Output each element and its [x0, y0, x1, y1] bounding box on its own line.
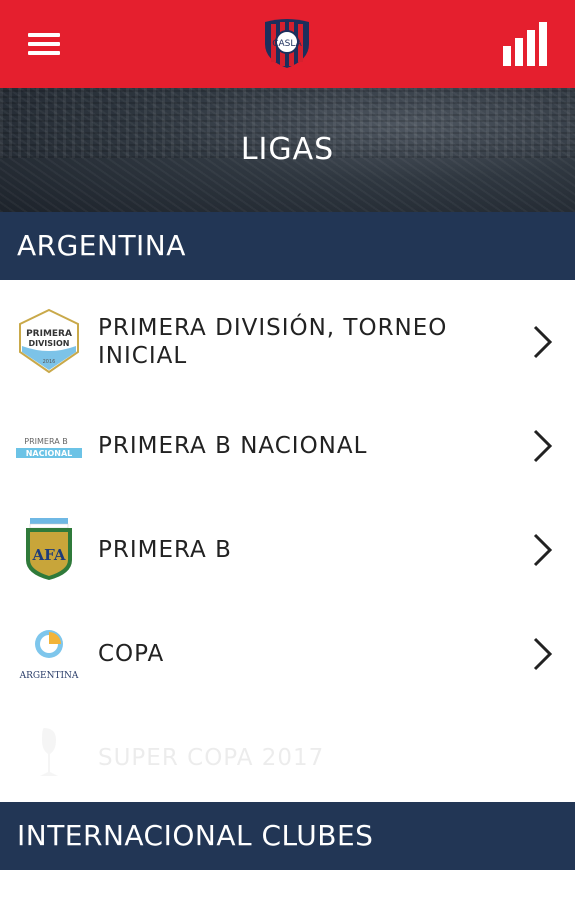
league-name: PRIMERA B: [98, 537, 232, 563]
svg-text:ARGENTINA: ARGENTINA: [19, 671, 79, 681]
hero-banner: LIGAS: [0, 88, 575, 212]
svg-text:PRIMERA: PRIMERA: [26, 329, 72, 339]
svg-text:AFA: AFA: [31, 546, 65, 564]
primera-division-logo: PRIMERA DIVISION 2016: [19, 308, 79, 374]
league-name: PRIMERA DIVISIÓN, TORNEO INICIAL: [98, 315, 448, 369]
top-app-bar: CASLA: [0, 0, 575, 88]
chevron-right-icon: [533, 533, 553, 567]
league-row-primera-division[interactable]: PRIMERA DIVISION 2016 PRIMERA DIVISIÓN, …: [0, 290, 575, 394]
bar-chart-icon[interactable]: [501, 22, 547, 66]
chevron-right-icon: [533, 325, 553, 359]
league-name: COPA: [98, 641, 165, 667]
section-title: INTERNACIONAL CLUBES: [17, 819, 374, 852]
page-title: LIGAS: [240, 132, 335, 167]
chevron-right-icon: [533, 429, 553, 463]
svg-text:DIVISION: DIVISION: [28, 339, 69, 348]
league-name: SUPER COPA 2017: [98, 745, 325, 771]
league-name: PRIMERA B NACIONAL: [98, 433, 368, 459]
copa-argentina-logo: ARGENTINA: [19, 630, 79, 681]
section-title: ARGENTINA: [17, 229, 186, 262]
league-row-primera-b-nacional[interactable]: PRIMERA B NACIONAL PRIMERA B NACIONAL: [0, 394, 575, 498]
section-header-argentina: ARGENTINA: [0, 212, 575, 280]
svg-text:PRIMERA B: PRIMERA B: [24, 437, 67, 446]
svg-text:2016: 2016: [43, 359, 56, 365]
afa-shield-logo: AFA: [26, 518, 72, 580]
league-row-primera-b[interactable]: AFA PRIMERA B: [0, 498, 575, 602]
chevron-right-icon: [533, 637, 553, 671]
primera-b-nacional-logo: PRIMERA B NACIONAL: [16, 437, 82, 458]
league-row-copa[interactable]: ARGENTINA COPA: [0, 602, 575, 706]
league-row-super-copa[interactable]: SUPER COPA 2017: [0, 706, 575, 810]
svg-text:CASLA: CASLA: [272, 39, 302, 49]
section-header-internacional-clubes: INTERNACIONAL CLUBES: [0, 802, 575, 870]
club-crest-logo[interactable]: CASLA: [263, 18, 311, 70]
hamburger-menu-icon[interactable]: [28, 30, 62, 58]
svg-text:NACIONAL: NACIONAL: [26, 449, 73, 458]
supercopa-trophy-logo: [40, 728, 58, 776]
